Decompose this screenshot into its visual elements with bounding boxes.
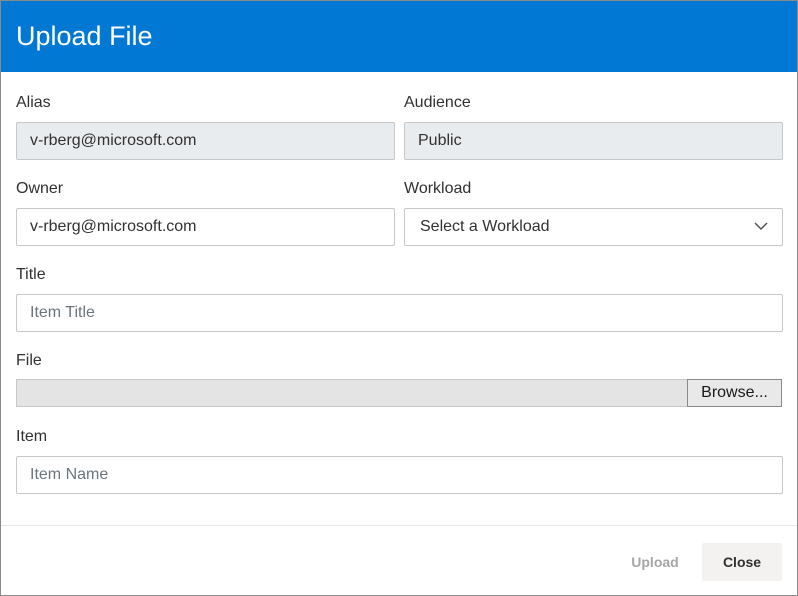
alias-field: v-rberg@microsoft.com — [16, 122, 395, 160]
alias-label: Alias — [16, 94, 51, 111]
owner-field[interactable] — [16, 208, 395, 246]
browse-button[interactable]: Browse... — [687, 379, 782, 407]
file-label: File — [16, 352, 42, 369]
upload-button[interactable]: Upload — [613, 543, 697, 581]
upload-file-dialog: Upload File Alias v-rberg@microsoft.com … — [0, 0, 798, 596]
title-input[interactable] — [16, 294, 783, 332]
workload-select[interactable]: Select a Workload — [404, 208, 783, 246]
chevron-down-icon — [754, 222, 768, 231]
close-button[interactable]: Close — [702, 543, 782, 581]
footer-divider — [1, 525, 797, 526]
dialog-header: Upload File — [1, 1, 797, 72]
item-name-input[interactable] — [16, 456, 783, 494]
title-label: Title — [16, 266, 46, 283]
dialog-title: Upload File — [16, 21, 153, 51]
item-label: Item — [16, 428, 48, 445]
audience-label: Audience — [404, 94, 471, 111]
file-path-field[interactable] — [16, 379, 688, 407]
owner-label: Owner — [16, 180, 64, 197]
workload-label: Workload — [404, 180, 472, 197]
workload-select-value: Select a Workload — [420, 218, 550, 235]
audience-field: Public — [404, 122, 783, 160]
